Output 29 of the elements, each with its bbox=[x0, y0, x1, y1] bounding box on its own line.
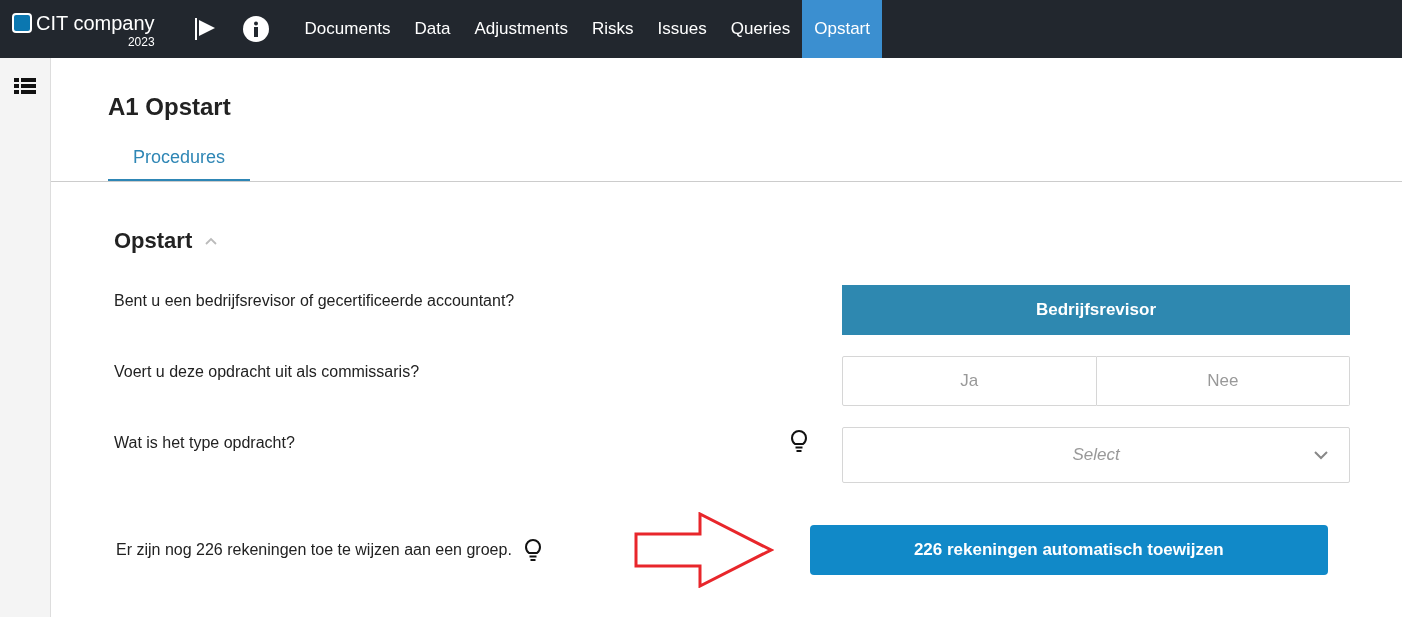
nav-tab[interactable]: Risks bbox=[580, 0, 646, 58]
lightbulb-icon[interactable] bbox=[790, 429, 808, 453]
section-title: Opstart bbox=[114, 227, 193, 255]
info-text: Er zijn nog 226 rekeningen toe te wijzen aan een groep. bbox=[116, 540, 512, 560]
year-label: 2023 bbox=[127, 36, 155, 48]
arrow-icon bbox=[633, 512, 774, 588]
question-text: Bent u een bedrijfsrevisor of gecertificeerde accountant? bbox=[114, 291, 516, 311]
lightbulb-icon[interactable] bbox=[523, 538, 542, 562]
flag-icon[interactable] bbox=[192, 17, 217, 41]
nav-tab[interactable]: Adjustments bbox=[462, 0, 581, 58]
option-button[interactable]: Nee bbox=[1096, 356, 1350, 406]
procedures-tab[interactable]: Procedures bbox=[108, 144, 251, 181]
option-button[interactable]: Ja bbox=[842, 356, 1097, 406]
nav-tab[interactable]: Issues bbox=[645, 0, 719, 58]
nav-tab[interactable]: Data bbox=[402, 0, 463, 58]
auto-assign-button[interactable]: 226 rekeningen automatisch toewijzen bbox=[809, 525, 1328, 575]
list-icon[interactable] bbox=[14, 78, 36, 94]
chevron-down-icon bbox=[1313, 450, 1329, 460]
select-dropdown[interactable]: Select bbox=[842, 427, 1350, 483]
nav-tab[interactable]: Opstart bbox=[802, 0, 882, 58]
question-text: Voert u deze opdracht uit als commissaris? bbox=[114, 362, 421, 382]
company-name: CIT company bbox=[36, 11, 155, 36]
nav-tab[interactable]: Queries bbox=[718, 0, 803, 58]
question-text: Wat is het type opdracht? bbox=[114, 433, 296, 453]
logo-icon bbox=[12, 13, 32, 33]
info-icon[interactable] bbox=[242, 16, 269, 42]
page-title: A1 Opstart bbox=[108, 92, 231, 122]
nav-tab[interactable]: Documents bbox=[292, 0, 403, 58]
option-button[interactable]: Bedrijfsrevisor bbox=[842, 285, 1350, 335]
